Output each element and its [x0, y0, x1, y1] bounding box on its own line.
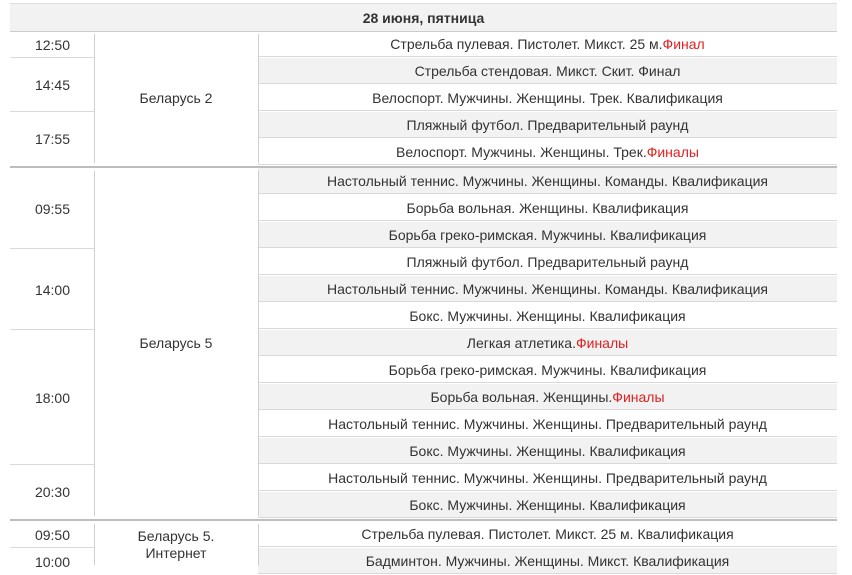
event-row[interactable]: Легкая атлетика. Финалы: [258, 330, 837, 356]
event-title: Стрельба стендовая. Микст. Скит. Финал: [414, 62, 681, 79]
final-label: Финал: [662, 35, 705, 52]
column-divider: [258, 171, 259, 516]
event-title: Настольный теннис. Мужчины. Женщины. Ком…: [326, 280, 769, 297]
event-title: Велоспорт. Мужчины. Женщины. Трек. Квали…: [372, 89, 723, 106]
event-row[interactable]: Стрельба пулевая. Пистолет. Микст. 25 м.…: [258, 31, 837, 57]
event-row[interactable]: Пляжный футбол. Предварительный раунд: [258, 249, 837, 275]
event-title: Бокс. Мужчины. Женщины. Квалификация: [409, 442, 686, 459]
event-row[interactable]: Настольный теннис. Мужчины. Женщины. Ком…: [258, 276, 837, 302]
time-cell: 09:50: [34, 526, 71, 543]
event-title: Борьба вольная. Женщины.: [430, 388, 613, 405]
event-row[interactable]: Бокс. Мужчины. Женщины. Квалификация: [258, 303, 837, 329]
column-divider: [258, 34, 259, 163]
event-title: Стрельба пулевая. Пистолет. Микст. 25 м.: [390, 35, 663, 52]
time-cell: 14:45: [34, 77, 71, 93]
time-cell: 18:00: [34, 389, 71, 406]
event-title: Легкая атлетика.: [466, 334, 576, 351]
event-row[interactable]: Настольный теннис. Мужчины. Женщины. Ком…: [258, 168, 837, 194]
event-title: Борьба греко-римская. Мужчины. Квалифика…: [388, 226, 707, 243]
time-cell: 17:55: [34, 131, 71, 147]
event-row[interactable]: Борьба греко-римская. Мужчины. Квалифика…: [258, 357, 837, 383]
event-row[interactable]: Настольный теннис. Мужчины. Женщины. Пре…: [258, 411, 837, 437]
channel-cell: Беларусь 5. Интернет: [137, 527, 215, 561]
event-row[interactable]: Пляжный футбол. Предварительный раунд: [258, 112, 837, 138]
event-title: Стрельба пулевая. Пистолет. Микст. 25 м.…: [361, 525, 734, 542]
event-row[interactable]: Велоспорт. Мужчины. Женщины. Трек. Квали…: [258, 85, 837, 111]
event-row[interactable]: Бокс. Мужчины. Женщины. Квалификация: [258, 492, 837, 518]
event-row[interactable]: Стрельба пулевая. Пистолет. Микст. 25 м.…: [258, 521, 837, 547]
time-cell: 20:30: [34, 484, 71, 500]
event-title: Настольный теннис. Мужчины. Женщины. Ком…: [326, 172, 769, 189]
event-title: Настольный теннис. Мужчины. Женщины. Пре…: [328, 469, 767, 486]
column-divider: [258, 524, 259, 565]
event-title: Велоспорт. Мужчины. Женщины. Трек.: [396, 143, 647, 160]
column-divider: [94, 171, 95, 516]
time-cell: 10:00: [34, 553, 71, 570]
date-header-label: 28 июня, пятница: [362, 9, 485, 26]
final-label: Финалы: [646, 143, 699, 160]
final-label: Финалы: [612, 388, 665, 405]
event-row[interactable]: Настольный теннис. Мужчины. Женщины. Пре…: [258, 465, 837, 491]
column-divider: [94, 524, 95, 565]
event-row[interactable]: Бокс. Мужчины. Женщины. Квалификация: [258, 438, 837, 464]
column-divider: [94, 34, 95, 163]
event-title: Борьба вольная. Женщины. Квалификация: [406, 199, 689, 216]
event-title: Бокс. Мужчины. Женщины. Квалификация: [409, 307, 686, 324]
event-title: Пляжный футбол. Предварительный раунд: [406, 116, 689, 133]
event-row[interactable]: Бадминтон. Мужчины. Женщины. Микст. Квал…: [258, 548, 837, 574]
event-title: Бадминтон. Мужчины. Женщины. Микст. Квал…: [365, 552, 730, 569]
event-title: Пляжный футбол. Предварительный раунд: [406, 253, 689, 270]
channel-cell: Беларусь 2: [139, 90, 213, 106]
channel-cell: Беларусь 5: [139, 335, 213, 351]
schedule-table: 28 июня, пятница Стрельба пулевая. Писто…: [10, 0, 837, 574]
time-cell: 14:00: [34, 281, 71, 298]
date-header: 28 июня, пятница: [10, 3, 837, 32]
time-cell: 09:55: [34, 200, 71, 217]
event-row[interactable]: Борьба вольная. Женщины. Квалификация: [258, 195, 837, 221]
event-title: Настольный теннис. Мужчины. Женщины. Пре…: [328, 415, 767, 432]
final-label: Финалы: [575, 334, 629, 351]
event-row[interactable]: Борьба вольная. Женщины. Финалы: [258, 384, 837, 410]
event-row[interactable]: Велоспорт. Мужчины. Женщины. Трек. Финал…: [258, 139, 837, 165]
event-row[interactable]: Стрельба стендовая. Микст. Скит. Финал: [258, 58, 837, 84]
event-row[interactable]: Борьба греко-римская. Мужчины. Квалифика…: [258, 222, 837, 248]
event-title: Бокс. Мужчины. Женщины. Квалификация: [409, 496, 686, 513]
event-title: Борьба греко-римская. Мужчины. Квалифика…: [388, 361, 707, 378]
time-cell: 12:50: [34, 36, 71, 53]
